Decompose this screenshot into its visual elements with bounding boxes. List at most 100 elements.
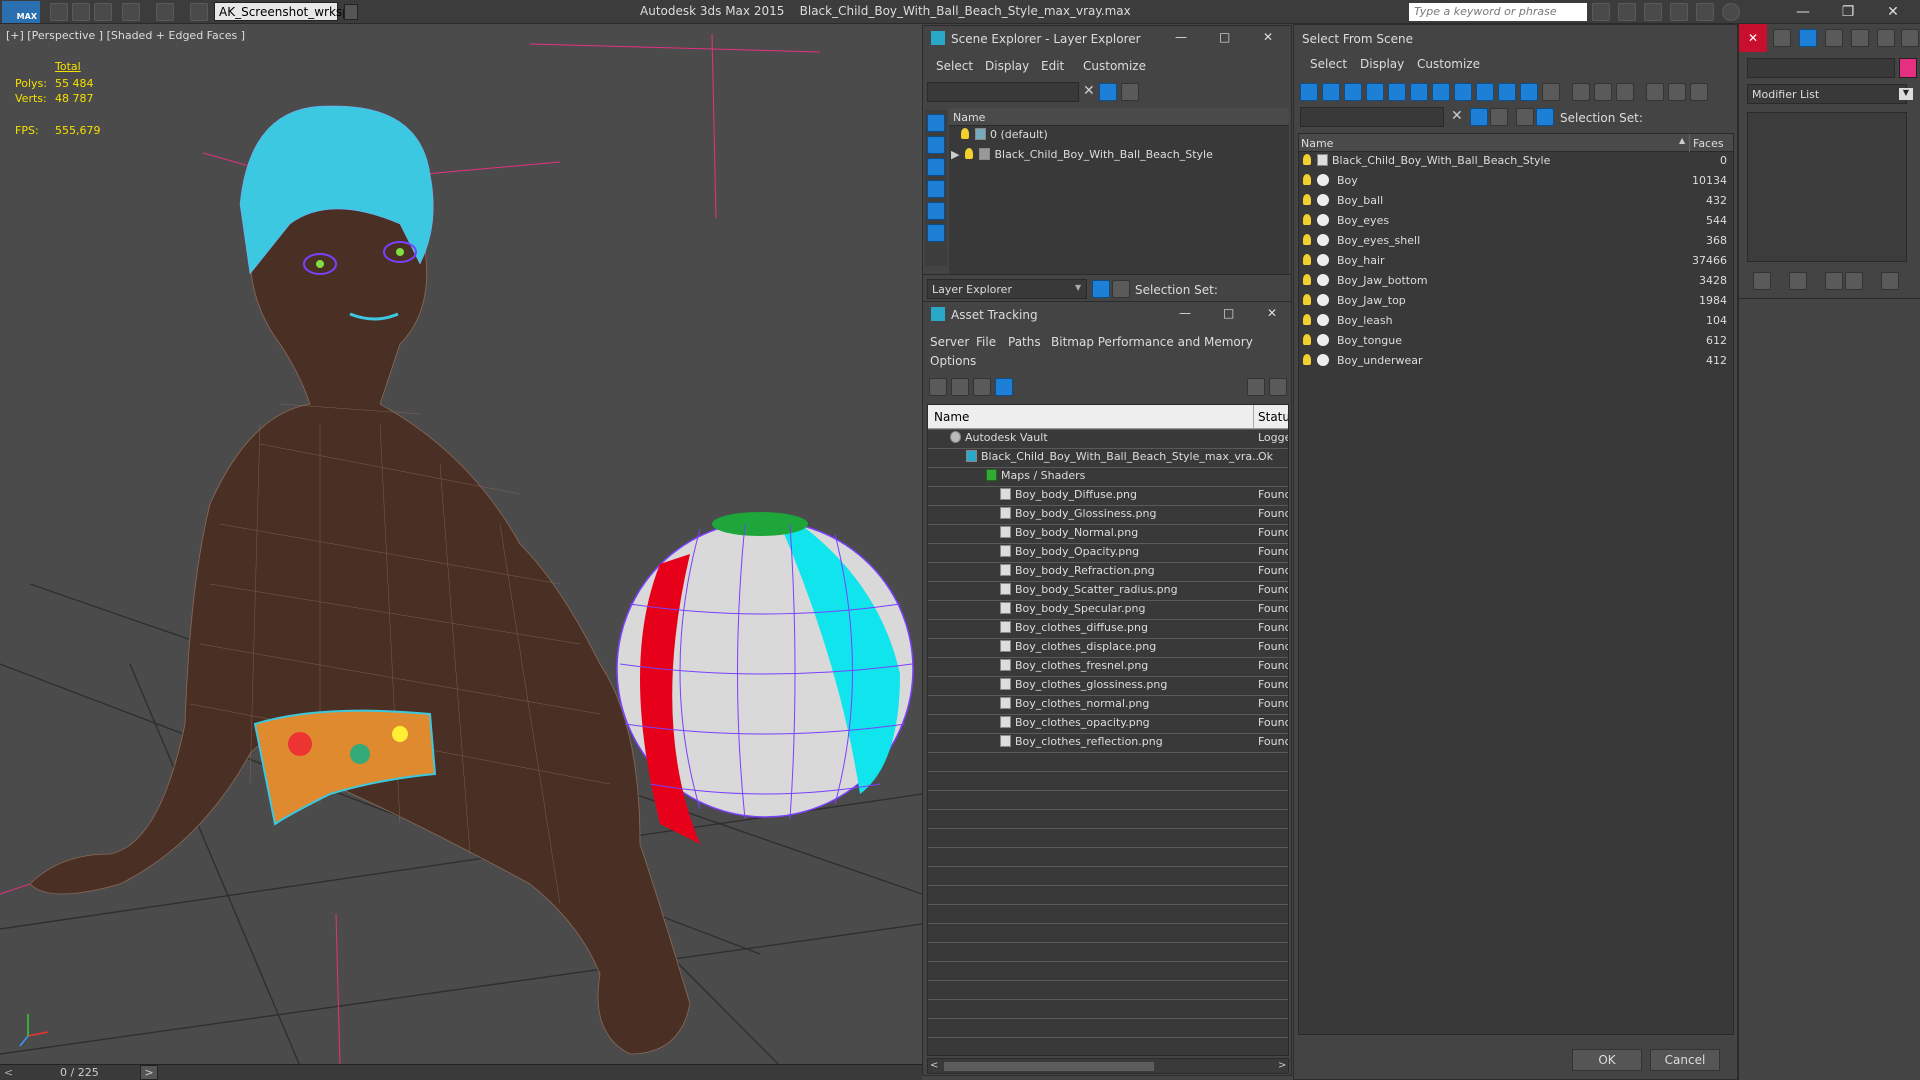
maximize-icon[interactable]: □ xyxy=(1223,306,1234,320)
display-helpers-icon[interactable] xyxy=(927,224,945,242)
col-name-header[interactable]: Name xyxy=(934,410,969,424)
modify-panel-icon[interactable] xyxy=(1799,29,1817,47)
collapse-icon[interactable] xyxy=(1690,83,1708,101)
open-file-icon[interactable] xyxy=(72,3,90,21)
map-row[interactable]: Boy_body_Glossiness.png xyxy=(1000,507,1156,527)
map-row[interactable]: Boy_clothes_normal.png xyxy=(1000,697,1149,717)
modifier-stack[interactable] xyxy=(1747,112,1907,262)
chevron-down-icon[interactable]: ▼ xyxy=(1899,88,1913,100)
clear-icon[interactable]: ✕ xyxy=(1451,108,1463,124)
map-row[interactable]: Boy_body_Opacity.png xyxy=(1000,545,1139,565)
viewport-label[interactable]: [+] [Perspective ] [Shaded + Edged Faces… xyxy=(6,29,245,42)
restore-button[interactable]: ❐ xyxy=(1830,1,1866,23)
show-end-result-icon[interactable] xyxy=(1789,272,1807,290)
layer-row-default[interactable]: 0 (default) xyxy=(961,128,1048,148)
menu-display[interactable]: Display xyxy=(1360,57,1404,71)
menu-edit[interactable]: Edit xyxy=(1041,59,1064,73)
bulb-icon[interactable] xyxy=(1303,234,1311,245)
maximize-icon[interactable]: □ xyxy=(1219,30,1230,44)
settings-icon[interactable] xyxy=(1269,378,1287,396)
display-lights-icon[interactable] xyxy=(1344,83,1362,101)
display-hidden-icon[interactable] xyxy=(1542,83,1560,101)
display-helpers-icon[interactable] xyxy=(1388,83,1406,101)
scene-object-row[interactable]: Boy_Jaw_bottom 3428 xyxy=(1303,274,1731,294)
map-row[interactable]: Boy_body_Diffuse.png xyxy=(1000,488,1137,508)
scene-object-row[interactable]: Boy_tongue 612 xyxy=(1303,334,1731,354)
bulb-icon[interactable] xyxy=(1303,334,1311,345)
binoculars-icon[interactable] xyxy=(1592,3,1610,21)
scene-object-row[interactable]: Boy_ball 432 xyxy=(1303,194,1731,214)
display-none-icon[interactable] xyxy=(927,114,945,132)
next-frame-icon[interactable]: > xyxy=(140,1065,158,1080)
scroll-right-icon[interactable]: > xyxy=(1278,1060,1286,1071)
bulb-icon[interactable] xyxy=(961,128,969,139)
layers-icon[interactable] xyxy=(1121,83,1139,101)
project-folder-icon[interactable] xyxy=(190,3,208,21)
sort-icon[interactable] xyxy=(1490,108,1508,126)
menu-select[interactable]: Select xyxy=(1310,57,1347,71)
menu-server[interactable]: Server xyxy=(930,335,969,349)
close-icon[interactable]: ✕ xyxy=(1739,24,1767,52)
object-name-input[interactable] xyxy=(1747,58,1895,78)
layer-row-boy[interactable]: ▶ Black_Child_Boy_With_Ball_Beach_Style xyxy=(951,148,1213,168)
workspace-menu-icon[interactable] xyxy=(344,4,358,20)
map-row[interactable]: Boy_clothes_displace.png xyxy=(1000,640,1156,660)
col-name-header[interactable]: Name xyxy=(1301,137,1333,150)
bulb-icon[interactable] xyxy=(1303,174,1311,185)
scene-object-row[interactable]: Boy_underwear 412 xyxy=(1303,354,1731,374)
asset-tracking-titlebar[interactable]: Asset Tracking — □ ✕ xyxy=(923,302,1291,328)
make-unique-icon[interactable] xyxy=(1825,272,1843,290)
utilities-panel-icon[interactable] xyxy=(1901,29,1919,47)
find-input[interactable] xyxy=(1300,107,1444,127)
scene-object-row[interactable]: Boy_eyes_shell 368 xyxy=(1303,234,1731,254)
bulb-icon[interactable] xyxy=(1303,314,1311,325)
display-panel-icon[interactable] xyxy=(1877,29,1895,47)
filter-icon[interactable] xyxy=(1646,83,1664,101)
thumbnail-view-icon[interactable] xyxy=(973,378,991,396)
clear-icon[interactable]: ✕ xyxy=(1083,83,1095,99)
scroll-left-icon[interactable]: < xyxy=(930,1060,938,1071)
display-bones-icon[interactable] xyxy=(1476,83,1494,101)
menu-select[interactable]: Select xyxy=(936,59,973,73)
map-row[interactable]: Boy_clothes_reflection.png xyxy=(1000,735,1163,755)
display-cameras-icon[interactable] xyxy=(1366,83,1384,101)
map-row[interactable]: Boy_clothes_glossiness.png xyxy=(1000,678,1167,698)
bulb-icon[interactable] xyxy=(965,148,974,159)
bulb-icon[interactable] xyxy=(1303,274,1311,285)
workspace-dropdown[interactable]: AK_Screenshot_wrksp xyxy=(214,2,350,21)
time-slider[interactable]: < 0 / 225 > xyxy=(0,1064,922,1080)
filter-options-icon[interactable] xyxy=(1668,83,1686,101)
display-shapes-icon[interactable] xyxy=(927,158,945,176)
map-row[interactable]: Boy_body_Scatter_radius.png xyxy=(1000,583,1178,603)
menu-bitmap-performance[interactable]: Bitmap Performance and Memory xyxy=(1051,335,1253,349)
filter-icon[interactable] xyxy=(1099,83,1117,101)
filter-toggle-icon[interactable] xyxy=(1470,108,1488,126)
tools-icon[interactable] xyxy=(1618,3,1636,21)
hierarchy-panel-icon[interactable] xyxy=(1825,29,1843,47)
scene-object-row[interactable]: Boy_leash 104 xyxy=(1303,314,1731,334)
menu-options[interactable]: Options xyxy=(930,354,976,368)
scene-object-row[interactable]: Black_Child_Boy_With_Ball_Beach_Style 0 xyxy=(1303,154,1731,174)
display-containers-icon[interactable] xyxy=(1498,83,1516,101)
scene-object-row[interactable]: Boy_hair 37466 xyxy=(1303,254,1731,274)
menu-file[interactable]: File xyxy=(976,335,996,349)
menu-paths[interactable]: Paths xyxy=(1008,335,1041,349)
cancel-button[interactable]: Cancel xyxy=(1650,1049,1720,1071)
map-row[interactable]: Boy_body_Refraction.png xyxy=(1000,564,1155,584)
minimize-icon[interactable]: — xyxy=(1179,306,1191,320)
bulb-icon[interactable] xyxy=(1303,294,1311,305)
bulb-icon[interactable] xyxy=(1303,254,1311,265)
explorer-type-dropdown[interactable]: Layer Explorer xyxy=(927,279,1087,299)
file-row[interactable]: Black_Child_Boy_With_Ball_Beach_Style_ma… xyxy=(966,450,1263,470)
display-cameras-icon[interactable] xyxy=(927,202,945,220)
new-file-icon[interactable] xyxy=(50,3,68,21)
layers-mode-icon[interactable] xyxy=(1092,280,1110,298)
map-row[interactable]: Boy_body_Normal.png xyxy=(1000,526,1138,546)
display-frozen-icon[interactable] xyxy=(1520,83,1538,101)
list-view-icon[interactable] xyxy=(951,378,969,396)
configure-modifier-sets-icon[interactable] xyxy=(1881,272,1899,290)
scene-object-row[interactable]: Boy_eyes 544 xyxy=(1303,214,1731,234)
map-row[interactable]: Boy_clothes_fresnel.png xyxy=(1000,659,1148,679)
minimize-button[interactable]: — xyxy=(1785,1,1821,23)
display-xrefs-icon[interactable] xyxy=(1454,83,1472,101)
